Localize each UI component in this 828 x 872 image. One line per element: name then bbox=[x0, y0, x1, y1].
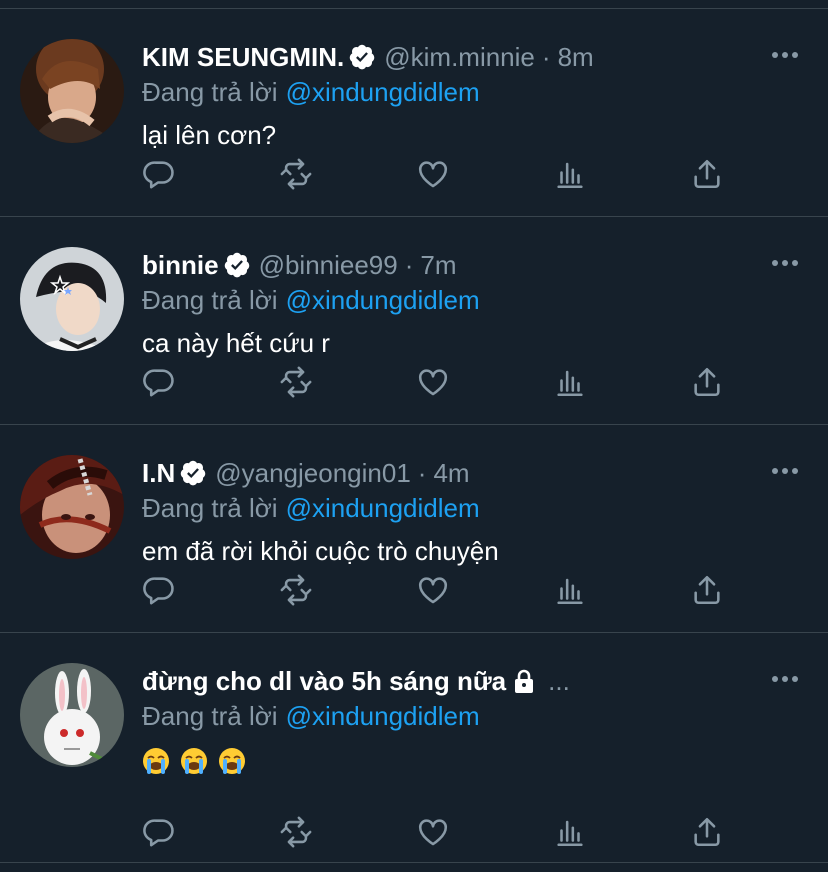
mention-link[interactable]: @xindungdidlem bbox=[286, 701, 480, 731]
timestamp[interactable]: 4m bbox=[433, 458, 469, 489]
retweet-icon bbox=[280, 816, 312, 848]
display-name[interactable]: I.N bbox=[142, 458, 175, 489]
reply-button[interactable] bbox=[142, 573, 176, 607]
analytics-icon bbox=[557, 162, 583, 189]
loudly-crying-face-icon bbox=[143, 748, 169, 774]
retweet-button[interactable] bbox=[279, 573, 313, 607]
share-icon bbox=[694, 367, 720, 397]
verified-badge-icon bbox=[224, 252, 249, 278]
share-icon bbox=[694, 159, 720, 189]
retweet-button[interactable] bbox=[279, 815, 313, 849]
more-icon[interactable] bbox=[770, 669, 800, 689]
like-button[interactable] bbox=[416, 365, 450, 399]
analytics-button[interactable] bbox=[553, 815, 587, 849]
reply-icon bbox=[143, 577, 174, 605]
reply-icon bbox=[143, 161, 174, 189]
reply-prefix: Đang trả lời bbox=[142, 77, 278, 107]
reply-button[interactable] bbox=[142, 157, 176, 191]
tweet[interactable]: binnie @binniee99 · 7m Đang trả lời @xind… bbox=[0, 217, 828, 425]
tweet-actions bbox=[142, 157, 732, 191]
heart-icon bbox=[418, 161, 448, 188]
share-button[interactable] bbox=[690, 365, 724, 399]
reply-icon bbox=[143, 369, 174, 397]
handle[interactable]: @kim.minnie bbox=[384, 42, 535, 73]
reply-context: Đang trả lời @xindungdidlem bbox=[142, 75, 782, 109]
retweet-icon bbox=[280, 158, 312, 190]
lock-icon bbox=[515, 669, 534, 693]
like-button[interactable] bbox=[416, 573, 450, 607]
separator: · bbox=[417, 457, 427, 488]
handle-truncated[interactable]: ... bbox=[548, 666, 570, 697]
loudly-crying-face-icon bbox=[181, 748, 207, 774]
share-button[interactable] bbox=[690, 157, 724, 191]
share-icon bbox=[694, 817, 720, 847]
timestamp[interactable]: 7m bbox=[420, 250, 456, 281]
tweet[interactable]: KIM SEUNGMIN. @kim.minnie · 8m Đang trả … bbox=[0, 9, 828, 217]
reply-prefix: Đang trả lời bbox=[142, 701, 278, 731]
avatar[interactable] bbox=[20, 663, 124, 767]
analytics-button[interactable] bbox=[553, 365, 587, 399]
retweet-icon bbox=[280, 574, 312, 606]
handle[interactable]: @yangjeongin01 bbox=[215, 458, 411, 489]
mention-link[interactable]: @xindungdidlem bbox=[286, 493, 480, 523]
avatar[interactable] bbox=[20, 39, 124, 143]
like-button[interactable] bbox=[416, 815, 450, 849]
retweet-icon bbox=[280, 366, 312, 398]
display-name[interactable]: đừng cho dl vào 5h sáng nữa bbox=[142, 666, 506, 697]
reply-button[interactable] bbox=[142, 365, 176, 399]
share-button[interactable] bbox=[690, 815, 724, 849]
analytics-button[interactable] bbox=[553, 157, 587, 191]
like-button[interactable] bbox=[416, 157, 450, 191]
verified-badge-icon bbox=[180, 460, 206, 486]
reply-prefix: Đang trả lời bbox=[142, 493, 278, 523]
tweet-text bbox=[142, 747, 782, 775]
avatar[interactable] bbox=[20, 247, 124, 351]
separator: · bbox=[541, 41, 551, 72]
share-button[interactable] bbox=[690, 573, 724, 607]
heart-icon bbox=[418, 819, 448, 846]
analytics-icon bbox=[557, 820, 583, 847]
tweet[interactable]: đừng cho dl vào 5h sáng nữa ... Đang trả… bbox=[0, 633, 828, 863]
tweet-actions bbox=[142, 365, 732, 399]
handle[interactable]: @binniee99 bbox=[259, 250, 398, 281]
retweet-button[interactable] bbox=[279, 157, 313, 191]
retweet-button[interactable] bbox=[279, 365, 313, 399]
analytics-icon bbox=[557, 370, 583, 397]
verified-badge-icon bbox=[349, 44, 375, 70]
more-icon[interactable] bbox=[770, 45, 800, 65]
mention-link[interactable]: @xindungdidlem bbox=[286, 285, 480, 315]
tweet-text: lại lên cơn? bbox=[142, 120, 277, 150]
more-icon[interactable] bbox=[770, 253, 800, 273]
tweet-text: ca này hết cứu r bbox=[142, 328, 330, 358]
separator: · bbox=[404, 249, 414, 280]
timestamp[interactable]: 8m bbox=[558, 42, 594, 73]
analytics-button[interactable] bbox=[553, 573, 587, 607]
reply-button[interactable] bbox=[142, 815, 176, 849]
reply-icon bbox=[143, 819, 174, 847]
display-name[interactable]: KIM SEUNGMIN. bbox=[142, 42, 344, 73]
reply-context: Đang trả lời @xindungdidlem bbox=[142, 491, 782, 525]
loudly-crying-face-icon bbox=[219, 748, 245, 774]
mention-link[interactable]: @xindungdidlem bbox=[286, 77, 480, 107]
heart-icon bbox=[418, 577, 448, 604]
heart-icon bbox=[418, 369, 448, 396]
tweet-actions bbox=[142, 573, 732, 607]
avatar[interactable] bbox=[20, 455, 124, 559]
reply-context: Đang trả lời @xindungdidlem bbox=[142, 283, 782, 317]
tweet-text: em đã rời khỏi cuộc trò chuyện bbox=[142, 536, 499, 566]
reply-context: Đang trả lời @xindungdidlem bbox=[142, 699, 782, 733]
analytics-icon bbox=[557, 578, 583, 605]
share-icon bbox=[694, 575, 720, 605]
tweet-actions bbox=[142, 815, 732, 849]
tweet[interactable]: I.N @yangjeongin01 · 4m Đang trả lời @xin… bbox=[0, 425, 828, 633]
display-name[interactable]: binnie bbox=[142, 250, 219, 281]
timeline: KIM SEUNGMIN. @kim.minnie · 8m Đang trả … bbox=[0, 0, 828, 872]
reply-prefix: Đang trả lời bbox=[142, 285, 278, 315]
more-icon[interactable] bbox=[770, 461, 800, 481]
